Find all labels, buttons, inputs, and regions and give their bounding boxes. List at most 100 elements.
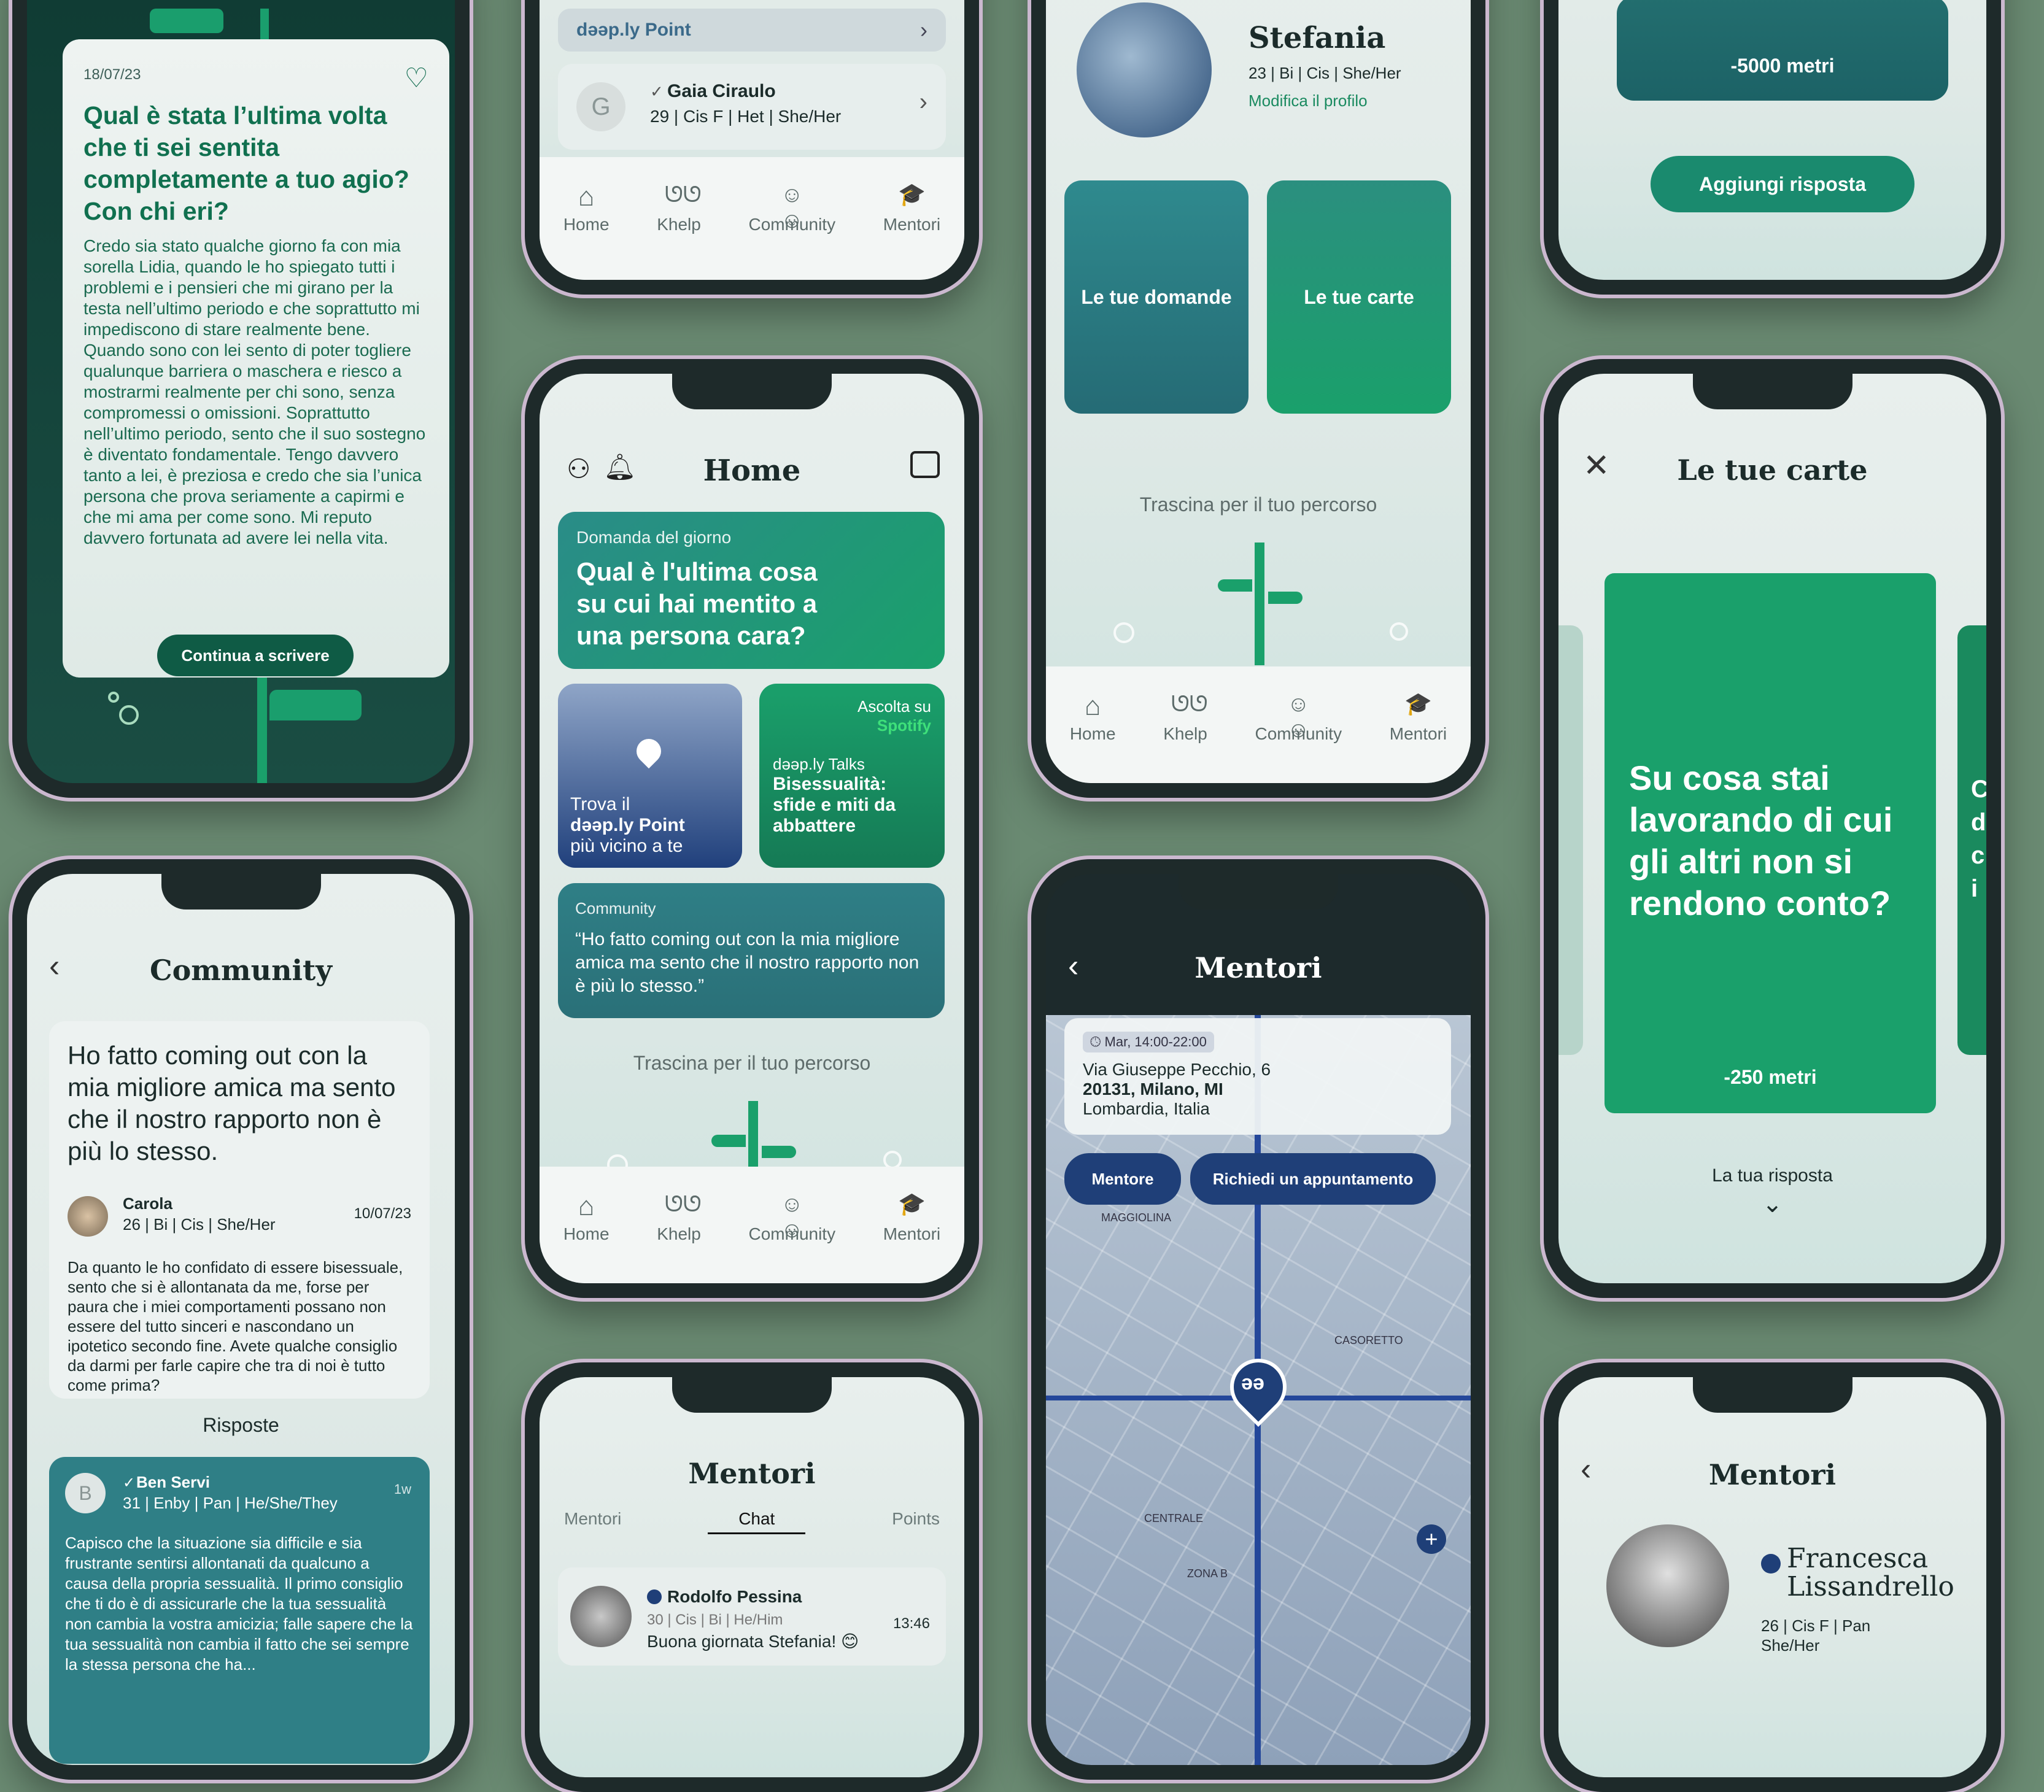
tab-label: Community [748,1224,836,1243]
tab-community[interactable]: ☺☺ Community [1255,691,1342,744]
khelp-icon: ᘎᘎ [1171,691,1208,716]
khelp-icon: ᘎᘎ [665,1191,702,1216]
continue-writing-button[interactable]: Continua a scrivere [157,635,354,676]
daily-question: Qual è l'ultima cosa su cui hai mentito … [576,557,818,650]
next-card-edge[interactable]: C d c i [1957,625,1986,1055]
answer-label[interactable]: La tua risposta [1558,1165,1986,1186]
phone-reflection: 18/07/23 ♡ Qual è stata l’ultima volta c… [12,0,470,798]
community-card[interactable]: Community “Ho fatto coming out con la mi… [558,883,945,1018]
map-pin-icon [631,733,667,769]
tab-bar: ⌂ Home ᘎᘎ Khelp ☺☺ Community 🎓 Mentori [540,1167,964,1283]
daily-question-card[interactable]: Domanda del giorno Qual è l'ultima cosa … [558,512,945,669]
tab-label: Mentori [883,1224,941,1243]
tab-label: Mentori [1389,724,1447,743]
segmented-tabs: Mentori Chat Points [564,1509,940,1534]
add-answer-screen: -5000 metri Aggiungi risposta [1558,0,1986,280]
notch [161,874,321,910]
tab-home[interactable]: ⌂ Home [1070,691,1116,744]
page-title: Le tue carte [1677,454,1868,487]
tab-label: Community [1255,724,1342,743]
user-meta: 29 | Cis F | Het | She/Her [650,107,842,126]
map-label: CASORETTO [1334,1334,1403,1346]
tab-chat[interactable]: Chat [708,1509,806,1534]
cards-card[interactable]: Le tue carte [1267,180,1451,414]
find-point-card[interactable]: Trova il dəəp.ly Point più vicino a te [558,684,742,868]
address-line2: 20131, Milano, MI [1083,1079,1223,1099]
tab-home[interactable]: ⌂ Home [563,1191,610,1244]
edit-profile-link[interactable]: Modifica il profilo [1248,91,1368,110]
phone-add-answer: -5000 metri Aggiungi risposta [1544,0,2001,295]
chevron-down-icon[interactable]: ⌄ [1558,1190,1986,1218]
map-line3: più vicino a te [570,836,683,856]
avatar [1606,1524,1729,1647]
tab-label: Khelp [657,1224,701,1243]
tab-mentori[interactable]: 🎓 Mentori [883,1191,940,1244]
graduation-cap-icon: 🎓 [1404,691,1432,716]
home-icon: ⌂ [578,1191,595,1221]
request-appointment-button[interactable]: Richiedi un appuntamento [1190,1153,1436,1205]
tab-khelp[interactable]: ᘎᘎ Khelp [657,1191,702,1244]
tab-home[interactable]: ⌂ Home [563,182,610,234]
card-label: Le tue carte [1304,285,1414,308]
entry-question: Qual è stata l’ultima volta che ti sei s… [83,101,409,225]
tab-khelp[interactable]: ᘎᘎ Khelp [657,182,702,234]
address-line1: Via Giuseppe Pecchio, 6 [1083,1060,1271,1079]
tab-mentori[interactable]: 🎓 Mentori [883,182,940,234]
entry-answer: Credo sia stato qualche giorno fa con mi… [83,236,426,547]
cards-icon[interactable] [910,451,940,478]
avatar [570,1586,632,1647]
profile-meta: 23 | Bi | Cis | She/Her [1248,64,1401,82]
user-row[interactable]: G ✓ Gaia Ciraulo 29 | Cis F | Het | She/… [558,64,946,150]
mentor-last-name: Lissandrello [1787,1571,1954,1602]
tab-label: Community [748,215,836,234]
drag-hint: Trascina per il tuo percorso [1139,493,1377,516]
khelp-icon: ᘎᘎ [665,182,702,207]
tab-label: Home [563,1224,610,1243]
tab-points[interactable]: Points [892,1509,940,1534]
card-question: Su cosa stai lavorando di cui gli altri … [1629,759,1893,922]
podcast-card[interactable]: Ascolta su Spotify dəəp.ly Talks Bisessu… [759,684,945,868]
mentori-map-screen: ‹ Mentori CENTRALE CASORETTO MAGGIOLINA … [1046,874,1471,1765]
question-card[interactable]: Su cosa stai lavorando di cui gli altri … [1605,573,1936,1113]
tab-khelp[interactable]: ᘎᘎ Khelp [1163,691,1208,744]
address-card: 🕓︎ Mar, 14:00-22:00 Via Giuseppe Pecchio… [1064,1018,1451,1135]
card-label: Community [575,899,656,917]
reflection-screen: 18/07/23 ♡ Qual è stata l’ultima volta c… [27,0,455,783]
tab-bar: ⌂ Home ᘎᘎ Khelp ☺☺ Community 🎓 Mentori [540,157,964,280]
add-answer-button[interactable]: Aggiungi risposta [1651,156,1914,212]
page-title: Home [703,454,801,488]
verified-icon: ✓ [650,82,664,101]
tab-mentori[interactable]: 🎓 Mentori [1390,691,1447,744]
avatar [68,1196,108,1237]
tab-community[interactable]: ☺☺ Community [749,182,836,234]
phone-points-list: dəəp.ly Point › G ✓ Gaia Ciraulo 29 | Ci… [525,0,979,295]
tab-label: Khelp [657,215,701,234]
mentori-chat-screen: Mentori Mentori Chat Points Rodolfo Pess… [540,1377,964,1777]
map-label: MAGGIOLINA [1101,1211,1172,1224]
zoom-in-button[interactable]: + [1417,1524,1446,1554]
tab-mentori[interactable]: Mentori [564,1509,621,1534]
mentor-button[interactable]: Mentore [1064,1153,1181,1205]
questions-card[interactable]: Le tue domande [1064,180,1248,414]
profile-name: Stefania [1248,21,1386,55]
spotify-label: Ascolta su [857,697,931,716]
mentor-pronouns: She/Her [1761,1636,1820,1655]
post-body: Da quanto le ho confidato di essere bise… [68,1258,403,1394]
point-row[interactable]: dəəp.ly Point › [558,9,946,52]
contact-name: Rodolfo Pessina [667,1587,802,1606]
community-icon: ☺☺ [1287,691,1310,742]
post-title: Ho fatto coming out con la mia migliore … [68,1041,396,1165]
distance-label: -250 metri [1724,1066,1817,1088]
tab-label: Khelp [1163,724,1207,743]
chat-row[interactable]: Rodolfo Pessina 30 | Cis | Bi | He/Him B… [558,1567,946,1666]
reply-name: Ben Servi [136,1473,210,1491]
heart-icon[interactable]: ♡ [405,63,428,94]
home-icon: ⌂ [1084,691,1101,721]
tab-community[interactable]: ☺☺ Community [749,1191,836,1244]
map-label: CENTRALE [1144,1512,1204,1524]
avatar [1077,2,1212,137]
page-title: Community [150,954,332,987]
spotify-brand: Spotify [877,716,931,735]
page-title: Mentori [688,1457,816,1490]
hours-badge: 🕓︎ Mar, 14:00-22:00 [1083,1032,1214,1052]
